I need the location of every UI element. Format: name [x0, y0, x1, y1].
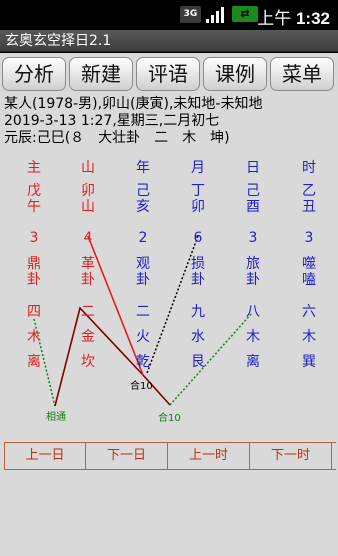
- cell-stem: 丁: [191, 183, 205, 199]
- cell-n2: 二: [136, 304, 150, 320]
- cell-number: 3: [29, 230, 39, 246]
- cell-element: 木: [302, 329, 316, 345]
- cell-element: 木: [27, 329, 41, 345]
- cell-header: 年: [136, 160, 150, 176]
- cell-branch: 酉: [246, 199, 260, 215]
- next-hour-button[interactable]: 下一时: [250, 443, 332, 469]
- cell-trigram: 巽: [302, 354, 316, 370]
- prev-hour-button[interactable]: 上一时: [168, 443, 250, 469]
- cell-element: 木: [246, 329, 260, 345]
- cell-number: 3: [248, 230, 258, 246]
- usb-debugging-icon: ⇄: [232, 6, 258, 22]
- signal-strength-icon: [206, 7, 224, 23]
- cell-header: 山: [81, 160, 95, 176]
- cell-gua1: 革: [81, 256, 95, 272]
- cell-gua2: 卦: [191, 272, 205, 288]
- cell-gua1: 噬: [302, 256, 316, 272]
- cell-gua2: 卦: [81, 272, 95, 288]
- cell-branch: 亥: [136, 199, 150, 215]
- cell-gua2: 嗑: [302, 272, 316, 288]
- chart-grid: 主戊午3鼎卦四木离山卯山4革卦二金坎年己亥2观卦二火乾月丁卯6损卦九水艮日己酉3…: [0, 148, 338, 418]
- cell-trigram: 坎: [81, 354, 95, 370]
- app-title: 玄奥玄空择日2.1: [5, 33, 112, 49]
- cell-number: 4: [83, 230, 93, 246]
- cell-header: 日: [246, 160, 260, 176]
- cell-n2: 四: [27, 304, 41, 320]
- cell-n2: 九: [191, 304, 205, 320]
- cell-branch: 山: [81, 199, 95, 215]
- cell-trigram: 乾: [136, 354, 150, 370]
- cell-n2: 六: [302, 304, 316, 320]
- cell-gua2: 卦: [136, 272, 150, 288]
- cell-trigram: 离: [246, 354, 260, 370]
- cell-gua2: 卦: [27, 272, 41, 288]
- cell-stem: 乙: [302, 183, 316, 199]
- bottom-nav: 上一日 下一日 上一时 下一时: [4, 442, 336, 470]
- cell-number: 6: [193, 230, 203, 246]
- cell-branch: 丑: [302, 199, 316, 215]
- cell-stem: 卯: [81, 183, 95, 199]
- cell-stem: 己: [136, 183, 150, 199]
- cell-branch: 午: [27, 199, 41, 215]
- cell-branch: 卯: [191, 199, 205, 215]
- status-bar: 3G ⇄ 上午 1:32: [0, 0, 338, 30]
- cell-gua1: 旅: [246, 256, 260, 272]
- cell-gua2: 卦: [246, 272, 260, 288]
- cell-stem: 己: [246, 183, 260, 199]
- cell-gua1: 损: [191, 256, 205, 272]
- cell-element: 金: [81, 329, 95, 345]
- cell-header: 时: [302, 160, 316, 176]
- prev-day-button[interactable]: 上一日: [4, 443, 86, 469]
- clock: 上午 1:32: [257, 9, 330, 28]
- cell-header: 月: [191, 160, 205, 176]
- cell-n2: 二: [81, 304, 95, 320]
- cell-n2: 八: [246, 304, 260, 320]
- next-day-button[interactable]: 下一日: [86, 443, 168, 469]
- cell-trigram: 艮: [191, 354, 205, 370]
- cell-stem: 戊: [27, 183, 41, 199]
- app-title-bar: 玄奥玄空择日2.1: [0, 30, 338, 52]
- main-content: 分析 新建 评语 课例 菜单 某人(1978-男),卯山(庚寅),未知地-未知地…: [0, 53, 338, 556]
- cell-gua1: 鼎: [27, 256, 41, 272]
- he10-label-b: 合10: [158, 413, 181, 424]
- cell-gua1: 观: [136, 256, 150, 272]
- cell-header: 主: [27, 160, 41, 176]
- cell-element: 水: [191, 329, 205, 345]
- xiangtong-label: 相通: [46, 412, 66, 423]
- cell-number: 3: [304, 230, 314, 246]
- cell-element: 火: [136, 329, 150, 345]
- cell-trigram: 离: [27, 354, 41, 370]
- network-3g-icon: 3G: [180, 6, 201, 23]
- cell-number: 2: [138, 230, 148, 246]
- he10-label-a: 合10: [130, 381, 153, 392]
